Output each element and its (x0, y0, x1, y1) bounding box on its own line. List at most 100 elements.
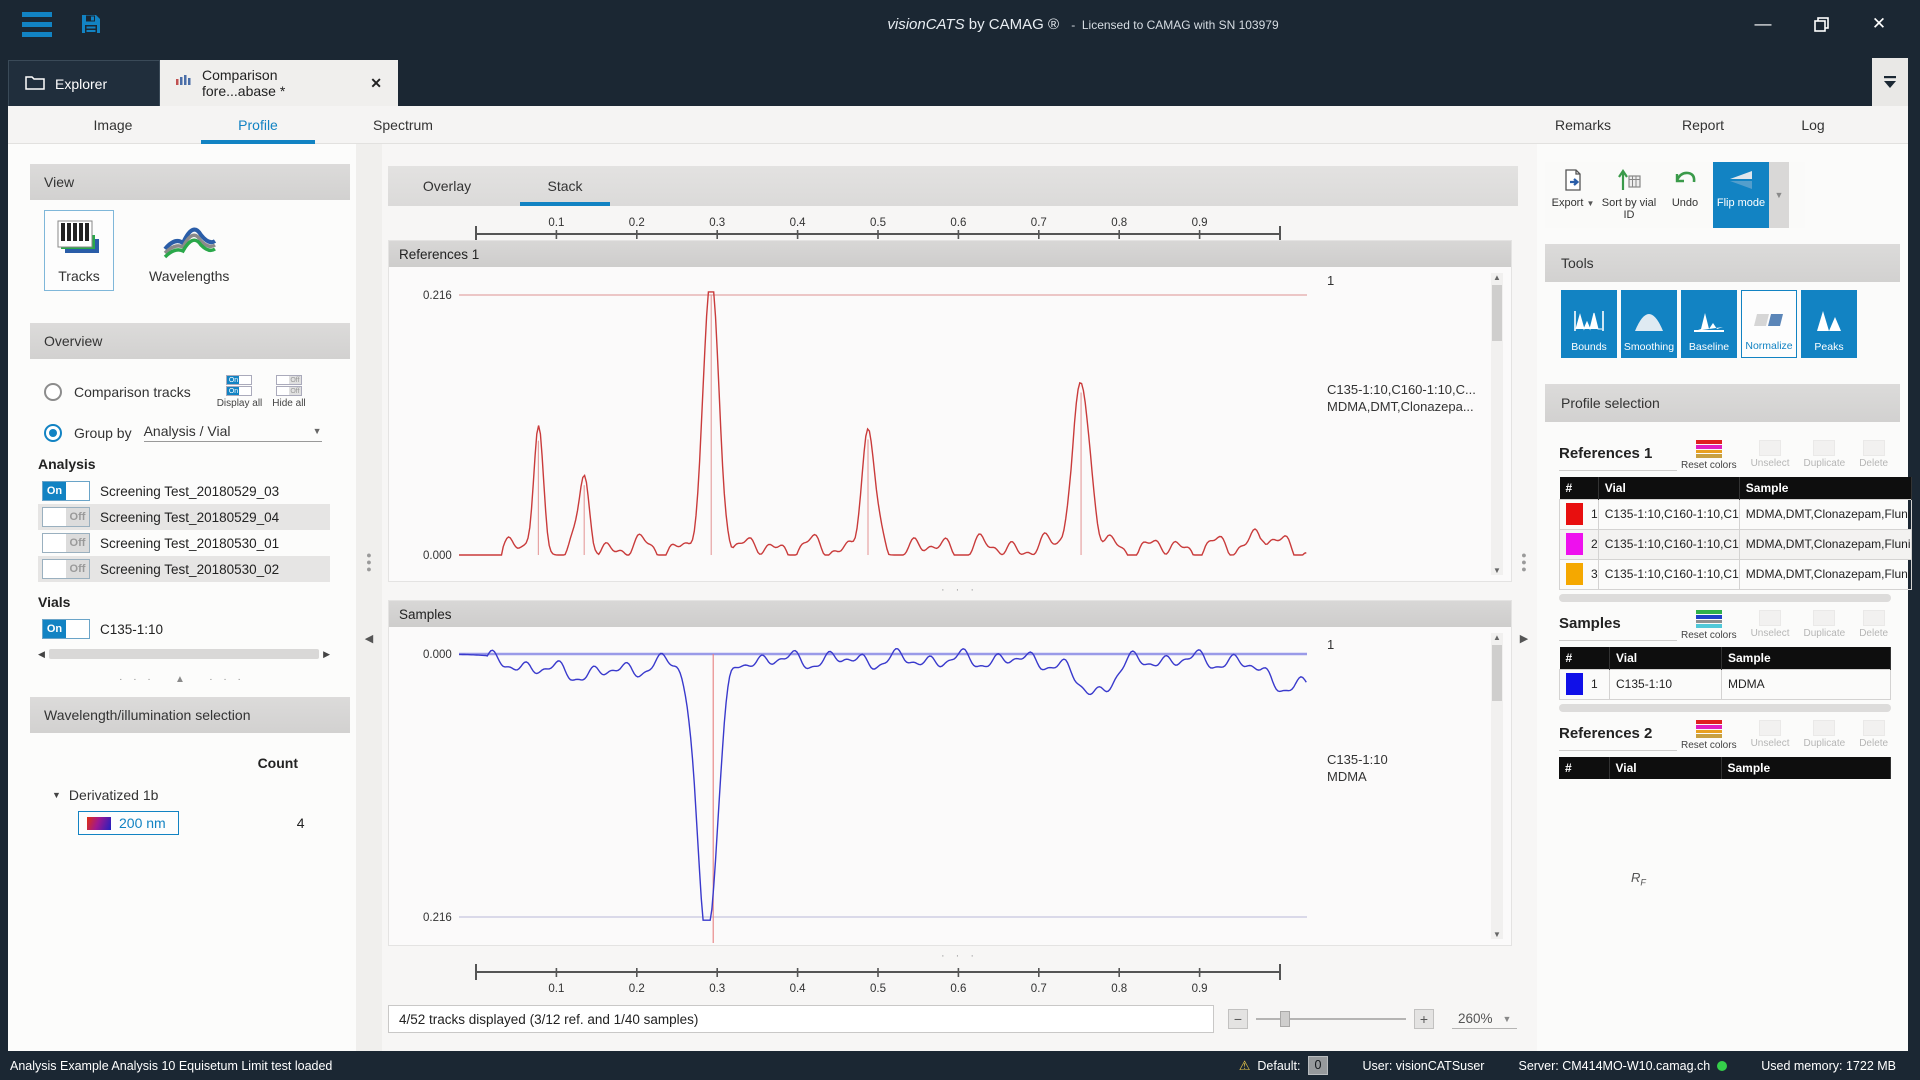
duplicate-button[interactable]: Duplicate (1803, 610, 1845, 641)
tab-stack[interactable]: Stack (506, 166, 624, 206)
subtab-image[interactable]: Image (38, 106, 188, 144)
default-printer-status[interactable]: ⚠ Default: 0 (1239, 1056, 1329, 1075)
duplicate-button[interactable]: Duplicate (1803, 440, 1845, 471)
collapse-left-icon[interactable]: ◀ (365, 632, 373, 645)
unselect-button[interactable]: Unselect (1751, 440, 1790, 471)
undo-button[interactable]: Undo (1657, 162, 1713, 228)
close-button[interactable]: ✕ (1862, 9, 1896, 39)
server-status: Server: CM414MO-W10.camag.ch (1518, 1059, 1727, 1073)
unselect-button[interactable]: Unselect (1751, 610, 1790, 641)
wavelength-gradient-icon (87, 817, 111, 830)
scroll-right-icon[interactable]: ▶ (323, 649, 330, 660)
table-row[interactable]: 2 C135-1:10,C160-1:10,C1 MDMA,DMT,Clonaz… (1560, 529, 1912, 559)
scroll-up-icon[interactable]: ▲ (1491, 273, 1503, 282)
status-bar: Analysis Example Analysis 10 Equisetum L… (0, 1051, 1920, 1080)
analysis-toggle[interactable]: Off (42, 507, 90, 527)
comparison-tracks-radio[interactable] (44, 383, 62, 401)
samples-table: # Vial Sample 1 C135-1:10 MDMA (1559, 647, 1891, 700)
scroll-down-icon[interactable]: ▼ (1491, 566, 1503, 575)
color-swatch[interactable] (1566, 533, 1583, 555)
delete-icon (1863, 610, 1885, 626)
delete-button[interactable]: Delete (1859, 440, 1888, 471)
references1-hscrollbar[interactable] (1559, 594, 1891, 602)
table-row[interactable]: 1 C135-1:10,C160-1:10,C1 MDMA,DMT,Clonaz… (1560, 499, 1912, 529)
scroll-up-icon[interactable]: ▲ (1491, 633, 1503, 642)
references1-vscrollbar[interactable]: ▲ ▼ (1491, 273, 1503, 575)
references1-chart-header[interactable]: References 1 (389, 241, 1511, 267)
samples-plot[interactable]: 0.0000.216 (389, 627, 1307, 943)
wavelength-200nm-button[interactable]: 200 nm (78, 811, 179, 835)
scroll-down-icon[interactable]: ▼ (1491, 930, 1503, 939)
save-icon[interactable] (80, 13, 102, 35)
reset-colors-icon (1696, 440, 1722, 458)
zoom-slider[interactable] (1256, 1009, 1406, 1029)
color-swatch[interactable] (1566, 503, 1583, 525)
tab-document[interactable]: Comparison fore...abase * ✕ (160, 60, 398, 106)
delete-button[interactable]: Delete (1859, 610, 1888, 641)
analysis-toggle[interactable]: Off (42, 533, 90, 553)
toolbar-overflow-button[interactable]: ▼ (1769, 162, 1789, 228)
duplicate-button[interactable]: Duplicate (1803, 720, 1845, 751)
scroll-left-icon[interactable]: ◀ (38, 649, 45, 660)
reset-colors-button[interactable]: Reset colors (1681, 720, 1737, 751)
tab-close-icon[interactable]: ✕ (370, 75, 382, 92)
tab-filter-button[interactable] (1872, 58, 1908, 106)
bounds-tool-button[interactable]: Bounds (1561, 290, 1617, 358)
tree-collapse-icon[interactable]: ▼ (52, 790, 61, 800)
peaks-tool-button[interactable]: Peaks (1801, 290, 1857, 358)
flip-mode-button[interactable]: Flip mode (1713, 162, 1769, 228)
baseline-tool-button[interactable]: Baseline (1681, 290, 1737, 358)
group-by-radio[interactable] (44, 424, 62, 442)
view-tracks-button[interactable]: Tracks (44, 210, 114, 291)
analysis-row[interactable]: Off Screening Test_20180530_02 (38, 556, 330, 582)
delete-button[interactable]: Delete (1859, 720, 1888, 751)
tab-overlay[interactable]: Overlay (388, 166, 506, 206)
sort-by-vial-id-button[interactable]: Sort by vial ID (1601, 162, 1657, 228)
chart-splitter[interactable]: · · · (941, 950, 978, 962)
analysis-row[interactable]: Off Screening Test_20180529_04 (38, 504, 330, 530)
smoothing-tool-button[interactable]: Smoothing (1621, 290, 1677, 358)
subtab-log[interactable]: Log (1738, 106, 1888, 144)
color-swatch[interactable] (1566, 563, 1583, 585)
subtab-spectrum[interactable]: Spectrum (328, 106, 478, 144)
overview-hscrollbar[interactable]: ◀ ▶ (38, 648, 330, 660)
collapse-right-icon[interactable]: ▶ (1520, 632, 1528, 645)
menu-icon[interactable] (22, 12, 52, 37)
normalize-tool-button[interactable]: Normalize (1741, 290, 1797, 358)
group-by-dropdown[interactable]: Analysis / Vial ▼ (144, 423, 322, 442)
tab-explorer[interactable]: Explorer (8, 60, 160, 106)
vial-row[interactable]: On C135-1:10 (38, 616, 330, 642)
zoom-out-button[interactable]: − (1228, 1009, 1248, 1029)
zoom-slider-thumb[interactable] (1280, 1011, 1290, 1027)
display-all-button[interactable]: On On Display all (217, 375, 263, 409)
hide-all-button[interactable]: Off Off Hide all (272, 375, 305, 409)
reset-colors-button[interactable]: Reset colors (1681, 440, 1737, 471)
subtab-profile[interactable]: Profile (183, 106, 333, 144)
export-button[interactable]: Export ▼ (1545, 162, 1601, 228)
references1-plot[interactable]: 0.2160.000 (389, 267, 1307, 581)
analysis-toggle[interactable]: Off (42, 559, 90, 579)
table-row[interactable]: 3 C135-1:10,C160-1:10,C1 MDMA,DMT,Clonaz… (1560, 559, 1912, 589)
samples-hscrollbar[interactable] (1559, 704, 1891, 712)
analysis-row[interactable]: Off Screening Test_20180530_01 (38, 530, 330, 556)
reset-colors-button[interactable]: Reset colors (1681, 610, 1737, 641)
vial-toggle[interactable]: On (42, 619, 90, 639)
table-row[interactable]: 1 C135-1:10 MDMA (1560, 669, 1891, 699)
samples-vscrollbar[interactable]: ▲ ▼ (1491, 633, 1503, 939)
analysis-toggle[interactable]: On (42, 481, 90, 501)
color-swatch[interactable] (1566, 673, 1583, 695)
samples-chart-header[interactable]: Samples (389, 601, 1511, 627)
unselect-button[interactable]: Unselect (1751, 720, 1790, 751)
default-count-badge: 0 (1308, 1056, 1329, 1075)
view-wavelengths-button[interactable]: Wavelengths (140, 210, 238, 291)
analysis-row[interactable]: On Screening Test_20180529_03 (38, 478, 330, 504)
zoom-level-dropdown[interactable]: 260% ▼ (1452, 1009, 1517, 1029)
chart-splitter[interactable]: · · · (941, 584, 978, 596)
wavelength-group-node[interactable]: ▼ Derivatized 1b (52, 787, 356, 803)
restore-button[interactable] (1804, 9, 1838, 39)
right-splitter-handle[interactable]: ●●● ▶ (1511, 144, 1537, 1051)
minimize-button[interactable]: — (1746, 9, 1780, 39)
left-splitter[interactable]: ●●● ◀ (356, 144, 382, 1051)
zoom-in-button[interactable]: + (1414, 1009, 1434, 1029)
panel-splitter[interactable]: · · · ▲ · · · (8, 674, 356, 685)
